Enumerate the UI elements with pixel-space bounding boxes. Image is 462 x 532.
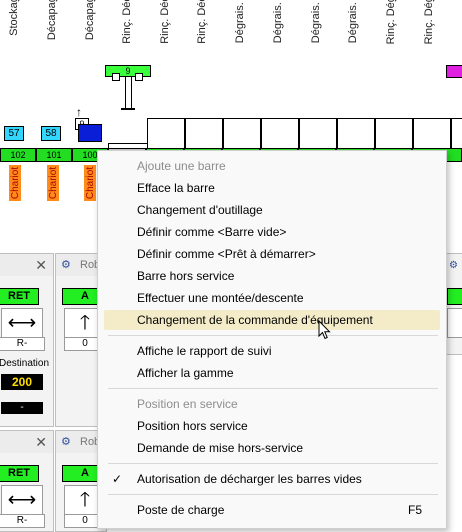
tank-slot[interactable] bbox=[261, 118, 299, 149]
menu-item-show-range[interactable]: Afficher la gamme bbox=[98, 363, 446, 383]
station-header: Décapage bbox=[84, 0, 96, 41]
position-cell[interactable]: 102 bbox=[0, 148, 36, 162]
status-badge bbox=[447, 288, 462, 305]
menu-separator bbox=[108, 335, 438, 336]
tank-slot[interactable] bbox=[413, 118, 451, 149]
destination-value: 200 bbox=[1, 374, 43, 390]
menu-item-add-bar: Ajoute une barre bbox=[137, 159, 226, 173]
menu-item-tooling-change[interactable]: Changement d'outillage bbox=[98, 200, 446, 220]
tank-indicator-cap bbox=[135, 73, 143, 81]
menu-item-set-empty-bar[interactable]: Définir comme <Barre vide> bbox=[98, 222, 446, 242]
position-cell[interactable]: 101 bbox=[36, 148, 72, 162]
shortcut-label: F5 bbox=[407, 503, 422, 517]
menu-item-request-out-of-service[interactable]: Demande de mise hors-service bbox=[98, 438, 446, 458]
crane-robot[interactable] bbox=[78, 124, 102, 142]
close-icon[interactable]: ✕ bbox=[35, 257, 47, 274]
tank-slot[interactable] bbox=[185, 118, 223, 149]
menu-item-equipment-command[interactable]: Changement de la commande d'équipement bbox=[104, 310, 440, 330]
panel-header: ✕ bbox=[0, 254, 53, 276]
menu-item-set-ready[interactable]: Définir comme <Prêt à démarrer> bbox=[98, 244, 446, 264]
bar-marker[interactable]: 57 bbox=[4, 126, 24, 141]
chariot[interactable]: Chariot bbox=[47, 165, 59, 201]
robot-icon: ⚙ bbox=[61, 436, 71, 448]
destination-label: Destination bbox=[0, 358, 50, 369]
panel-header: ✕ bbox=[0, 431, 53, 453]
status-badge: RET bbox=[0, 288, 39, 305]
station-header: Dégrais. 2. bbox=[347, 0, 359, 44]
station-header: Rinç. Dégr. bbox=[385, 0, 397, 45]
station-header: Rinç. Déca bbox=[159, 0, 171, 44]
menu-item-tracking-report[interactable]: Affiche le rapport de suivi bbox=[98, 341, 446, 361]
tank-slot[interactable] bbox=[337, 118, 375, 149]
robot-panel-left: ✕ RET ⟷ R- Destination 200 - bbox=[0, 253, 54, 427]
menu-item-load-station[interactable]: Poste de charge bbox=[98, 500, 446, 520]
robot-panel-left-2: ✕ RET ⟷ R- bbox=[0, 430, 54, 532]
menu-item-raise-lower[interactable]: Effectuer une montée/descente bbox=[98, 288, 446, 308]
magenta-indicator[interactable] bbox=[446, 65, 462, 78]
robot-icon: ⚙ bbox=[61, 259, 71, 271]
robot-panel-right: ⚙ bbox=[446, 253, 462, 355]
tank-slot[interactable] bbox=[299, 118, 337, 149]
left-right-arrow-icon[interactable]: ⟷ bbox=[1, 308, 43, 338]
tank-slot[interactable] bbox=[223, 118, 261, 149]
station-header: Rinç. Dégr. bbox=[423, 0, 435, 45]
left-right-arrow-icon[interactable]: ⟷ bbox=[1, 485, 43, 515]
station-header: Décapage bbox=[46, 0, 58, 41]
arrow-up-icon: ↑ bbox=[76, 105, 82, 119]
hoist-rod bbox=[125, 77, 132, 108]
tank-slot[interactable] bbox=[375, 118, 413, 149]
station-header: Dégrais. 2. bbox=[310, 0, 322, 44]
station-header: Rinç. Déca bbox=[196, 0, 208, 44]
station-header: Rinç. Déca bbox=[121, 0, 133, 44]
tank-slot[interactable] bbox=[451, 118, 462, 149]
menu-item-delete-bar[interactable]: Efface la barre bbox=[98, 178, 446, 198]
menu-separator bbox=[108, 494, 438, 495]
tank-slot[interactable] bbox=[147, 118, 185, 149]
mouse-cursor-icon bbox=[318, 320, 331, 340]
ride-label: R- bbox=[0, 514, 45, 528]
tank-indicator-cap bbox=[112, 73, 120, 81]
action-button[interactable] bbox=[447, 308, 462, 338]
bar-marker[interactable]: 58 bbox=[41, 126, 61, 141]
menu-item-position-out-of-service[interactable]: Position hors service bbox=[98, 416, 446, 436]
station-header: Dégrais. 1. bbox=[272, 0, 284, 44]
robot-icon: ⚙ bbox=[449, 260, 458, 271]
chariot[interactable]: Chariot bbox=[9, 165, 21, 201]
menu-separator bbox=[108, 388, 438, 389]
context-menu: Ajoute une barre Efface la barre Changem… bbox=[97, 150, 447, 529]
close-icon[interactable]: ✕ bbox=[35, 434, 47, 451]
hoist-base bbox=[121, 108, 135, 110]
menu-item-allow-unload-empty[interactable]: Autorisation de décharger les barres vid… bbox=[98, 469, 446, 489]
station-header: Dégrais. 1. bbox=[234, 0, 246, 44]
chariot[interactable]: Chariot bbox=[84, 165, 96, 201]
station-header: Stockage bbox=[8, 0, 20, 36]
destination-secondary: - bbox=[1, 402, 43, 414]
menu-separator bbox=[108, 463, 438, 464]
ride-label: R- bbox=[0, 337, 45, 351]
menu-item-position-in-service: Position en service bbox=[137, 397, 238, 411]
menu-item-bar-out-of-service[interactable]: Barre hors service bbox=[98, 266, 446, 286]
status-badge: RET bbox=[0, 465, 39, 482]
